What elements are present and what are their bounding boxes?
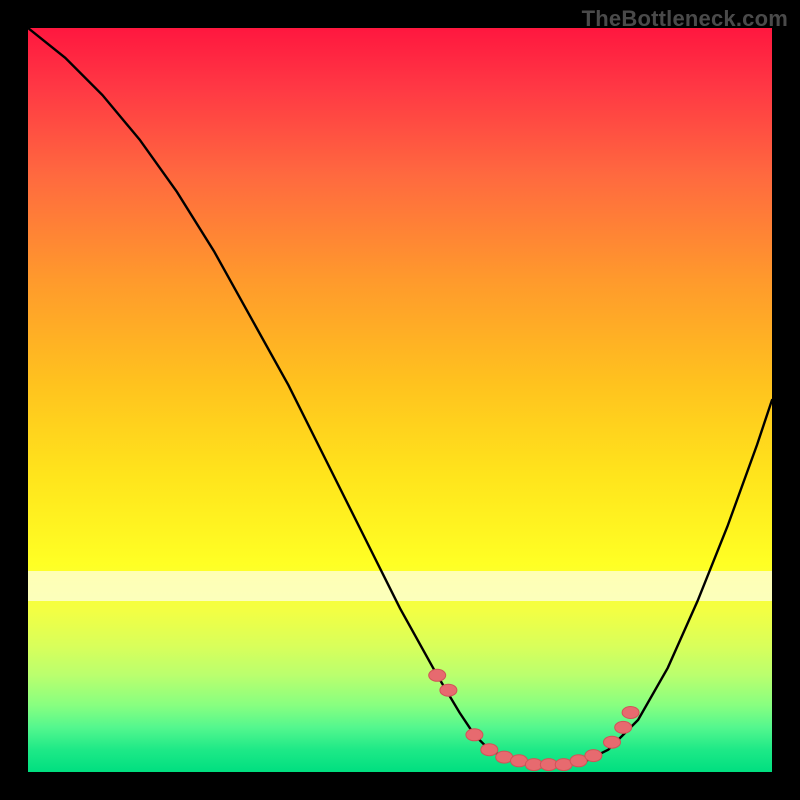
highlight-marker [466,729,483,741]
highlight-marker [604,736,621,748]
highlight-marker [585,750,602,762]
bottleneck-curve [28,28,772,765]
plot-area [28,28,772,772]
highlight-marker [615,721,632,733]
highlight-marker [429,669,446,681]
highlight-marker [440,684,457,696]
chart-frame: TheBottleneck.com [0,0,800,800]
highlight-markers [429,669,639,770]
highlight-marker [622,707,639,719]
curve-layer [28,28,772,772]
highlight-marker [481,744,498,756]
curve-path-group [28,28,772,765]
